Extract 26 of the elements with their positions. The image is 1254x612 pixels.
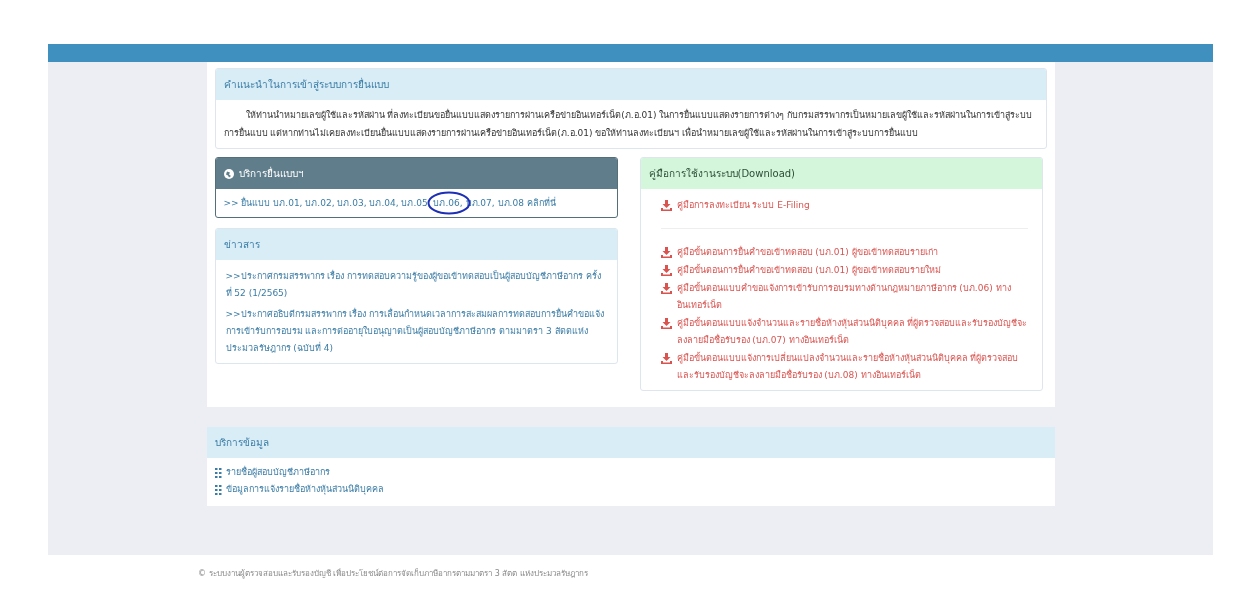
globe-icon	[223, 168, 234, 179]
card-title: คู่มือการใช้งานระบบ(Download)	[640, 158, 1042, 189]
manual-link[interactable]: คู่มือขั้นตอนการยื่นคำขอเข้าทดสอบ (บภ.01) ผู้ขอเข้าทดสอบรายเก่า	[676, 244, 938, 261]
card-title-text: บริการยื่นแบบฯ	[238, 166, 304, 181]
news-link[interactable]: >>ประกาศอธิบดีกรมสรรพากร เรื่อง การเลื่อนกำหนดเวลาการสะสมผลการทดสอบการยื่นคำขอแจ้งการเข้ารับการอบรม และการต่ออายุใบอนุญาตเป็นผู้สอบบัญชีภาษีอากร ตามมาตรา 3 สัตตแห่งประมวลรัษฎากร (ฉบับที่ 4)	[225, 306, 607, 357]
card-title: คำแนะนำในการเข้าสู่ระบบการยื่นแบบ	[215, 69, 1046, 100]
download-icon	[660, 200, 672, 211]
download-icon	[660, 318, 672, 329]
manual-link[interactable]: คู่มือขั้นตอนการยื่นคำขอเข้าทดสอบ (บภ.01) ผู้ขอเข้าทดสอบรายใหม่	[676, 262, 941, 279]
card-title: บริการข้อมูล	[206, 427, 1055, 458]
download-icon	[660, 247, 672, 258]
manual-link[interactable]: คู่มือขั้นตอนแบบแจ้งจำนวนและรายชื่อห้างหุ้นส่วนนิติบุคคล ที่ผู้ตรวจสอบและรับรองบัญชีจะลงลายมือชื่อรับรอง (บภ.07) ทางอินเทอร์เน็ต	[676, 315, 1028, 349]
news-link[interactable]: >>ประกาศกรมสรรพากร เรื่อง การทดสอบความรู้ของผู้ขอเข้าทดสอบเป็นผู้สอบบัญชีภาษีอากร ครั้งที่ 52 (1/2565)	[225, 268, 607, 302]
guide-text: ให้ท่านนำหมายเลขผู้ใช้และรหัสผ่าน ที่ลงทะเบียนขอยื่นแบบแสดงรายการผ่านเครือข่ายอินเทอร์เน็ต(ภ.อ.01) ในการยื่นแบบแสดงรายการต่างๆ กับกรมสรรพากรเป็นหมายเลขผู้ใช้และรหัสผ่านในการเข้าสู่ระบบการยื่นแบบ แต่หากท่านไม่เคยลงทะเบียนยื่นแบบแสดงรายการผ่านเครือข่ายอินเทอร์เน็ต(ภ.อ.01) ขอให้ท่านลงทะเบียนฯ เพื่อนำหมายเลขผู้ใช้และรหัสผ่านในการเข้าสู่ระบบการยื่นแบบ	[222, 108, 1034, 141]
download-icon	[660, 283, 672, 294]
manual-link[interactable]: คู่มือการลงทะเบียน ระบบ E-Filing	[676, 197, 810, 214]
grip-icon	[214, 484, 222, 495]
download-icon	[660, 353, 672, 364]
data-link[interactable]: รายชื่อผู้สอบบัญชีภาษีอากร	[225, 464, 330, 481]
card-title: ข่าวสาร	[215, 229, 617, 260]
download-icon	[660, 265, 672, 276]
manual-link[interactable]: คู่มือขั้นตอนแบบคำขอแจ้งการเข้ารับการอบรมทางด้านกฎหมายภาษีอากร (บภ.06) ทางอินเทอร์เน็ต	[676, 280, 1028, 314]
manual-link[interactable]: คู่มือขั้นตอนแบบแจ้งการเปลี่ยนแปลงจำนวนและรายชื่อห้างหุ้นส่วนนิติบุคคล ที่ผู้ตรวจสอบและรับรองบัญชีจะลงลายมือชื่อรับรอง (บภ.08) ทางอินเทอร์เน็ต	[676, 350, 1028, 384]
data-link[interactable]: ข้อมูลการแจ้งรายชื่อห้างหุ้นส่วนนิติบุคคล	[225, 481, 384, 498]
grip-icon	[214, 467, 222, 478]
footer-text: © ระบบงานผู้ตรวจสอบและรับรองบัญชี เพื่อประโยชน์ต่อการจัดเก็บภาษีอากรตามมาตรา 3 สัตต แห่งประมวลรัษฎากร	[197, 567, 589, 580]
